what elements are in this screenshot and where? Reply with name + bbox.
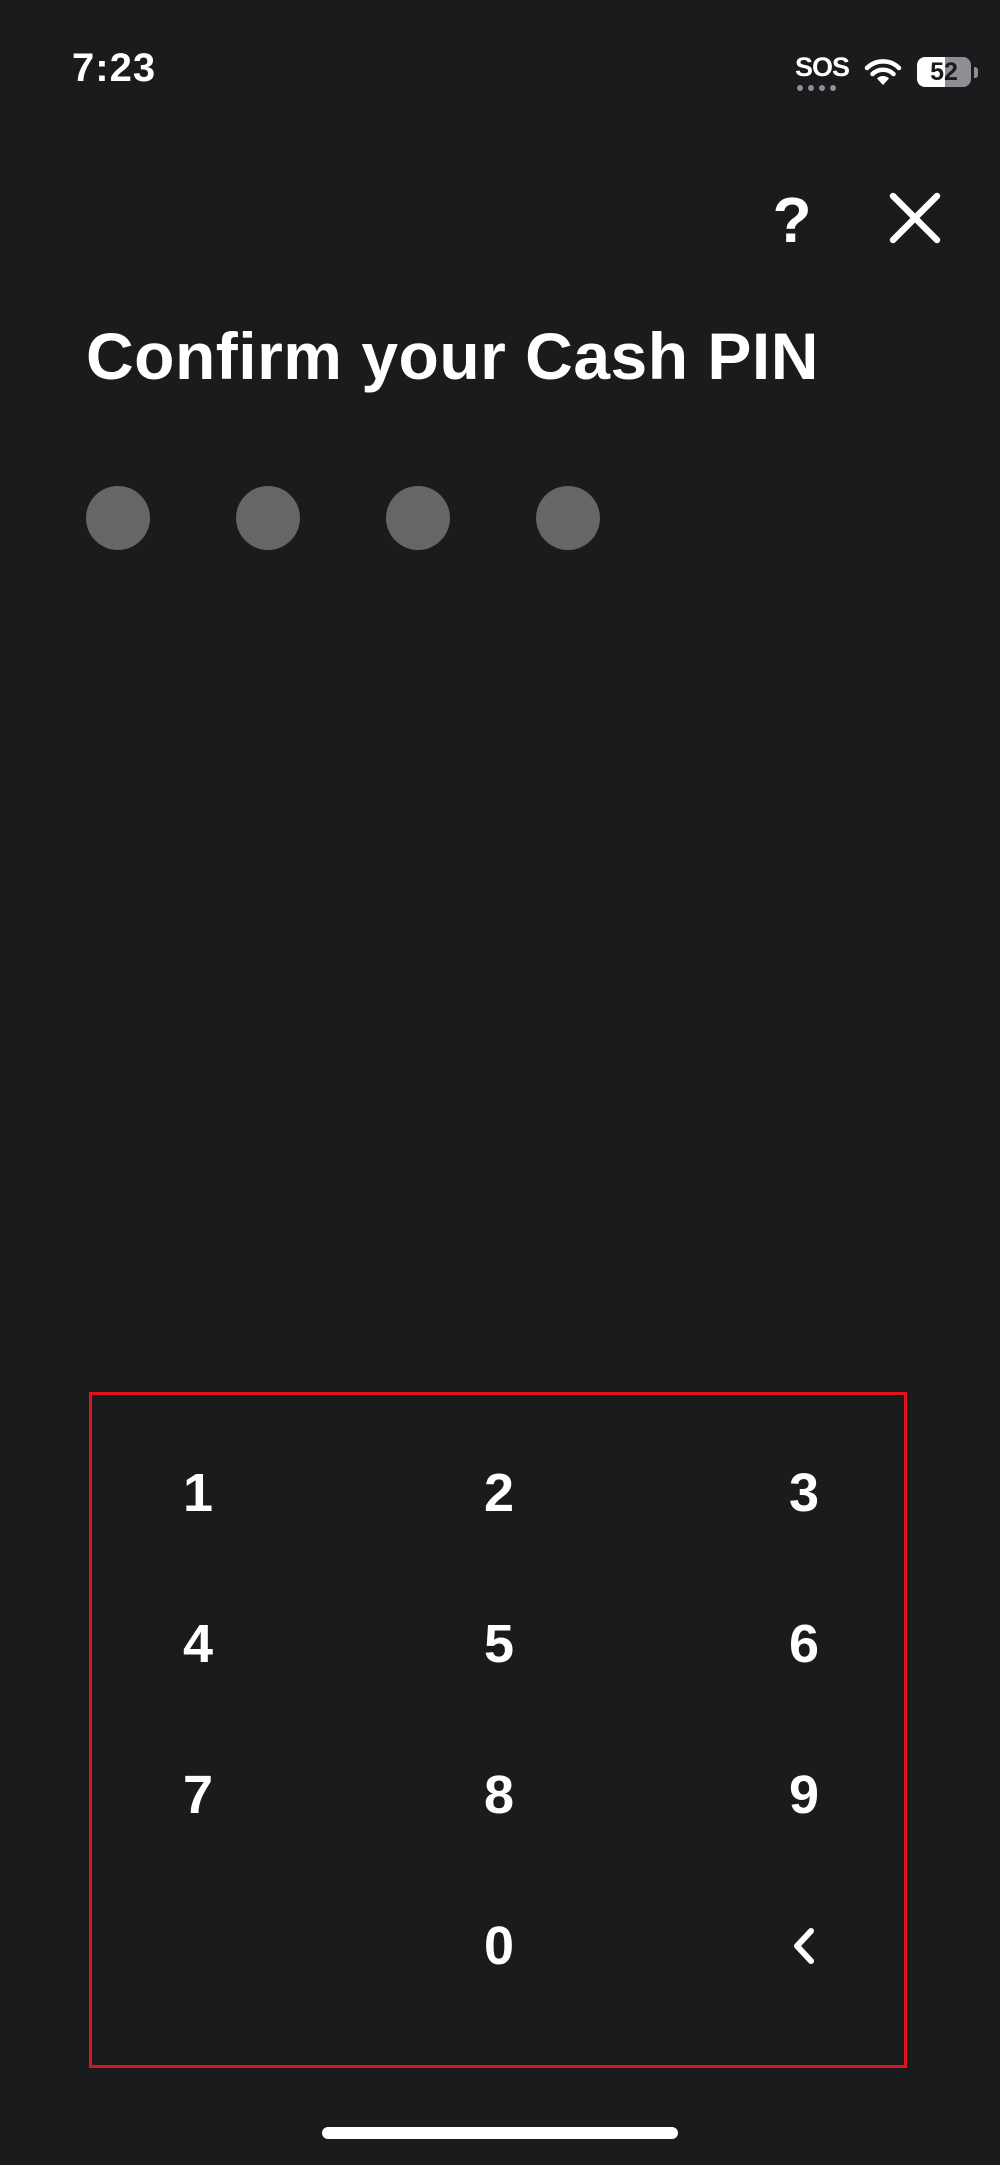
signal-dots-icon (796, 85, 836, 91)
sos-label: SOS (794, 52, 850, 82)
battery-level: 52 (930, 58, 958, 86)
key-7[interactable]: 7 (98, 1735, 298, 1855)
chevron-left-icon (794, 1928, 814, 1964)
pin-dot (536, 486, 600, 550)
close-icon (889, 192, 941, 244)
home-indicator (322, 2127, 678, 2139)
pin-dots (86, 486, 600, 550)
pin-dot (86, 486, 150, 550)
battery-icon: 52 (917, 57, 978, 87)
status-indicators: SOS 52 (795, 52, 978, 92)
backspace-button[interactable] (704, 1886, 904, 2006)
key-5[interactable]: 5 (399, 1584, 599, 1704)
key-6[interactable]: 6 (704, 1584, 904, 1704)
key-4[interactable]: 4 (98, 1584, 298, 1704)
page-title: Confirm your Cash PIN (86, 319, 819, 393)
key-1[interactable]: 1 (98, 1433, 298, 1553)
status-time: 7:23 (72, 46, 157, 90)
key-3[interactable]: 3 (704, 1433, 904, 1553)
key-2[interactable]: 2 (399, 1433, 599, 1553)
pin-dot (236, 486, 300, 550)
close-button[interactable] (885, 188, 945, 248)
wifi-icon (864, 59, 902, 85)
help-button[interactable]: ? (760, 180, 824, 260)
pin-dot (386, 486, 450, 550)
sos-indicator: SOS (794, 52, 850, 91)
key-9[interactable]: 9 (704, 1735, 904, 1855)
keypad: 1 2 3 4 5 6 7 8 9 0 (89, 1392, 907, 2068)
key-8[interactable]: 8 (399, 1735, 599, 1855)
key-0[interactable]: 0 (399, 1886, 599, 2006)
